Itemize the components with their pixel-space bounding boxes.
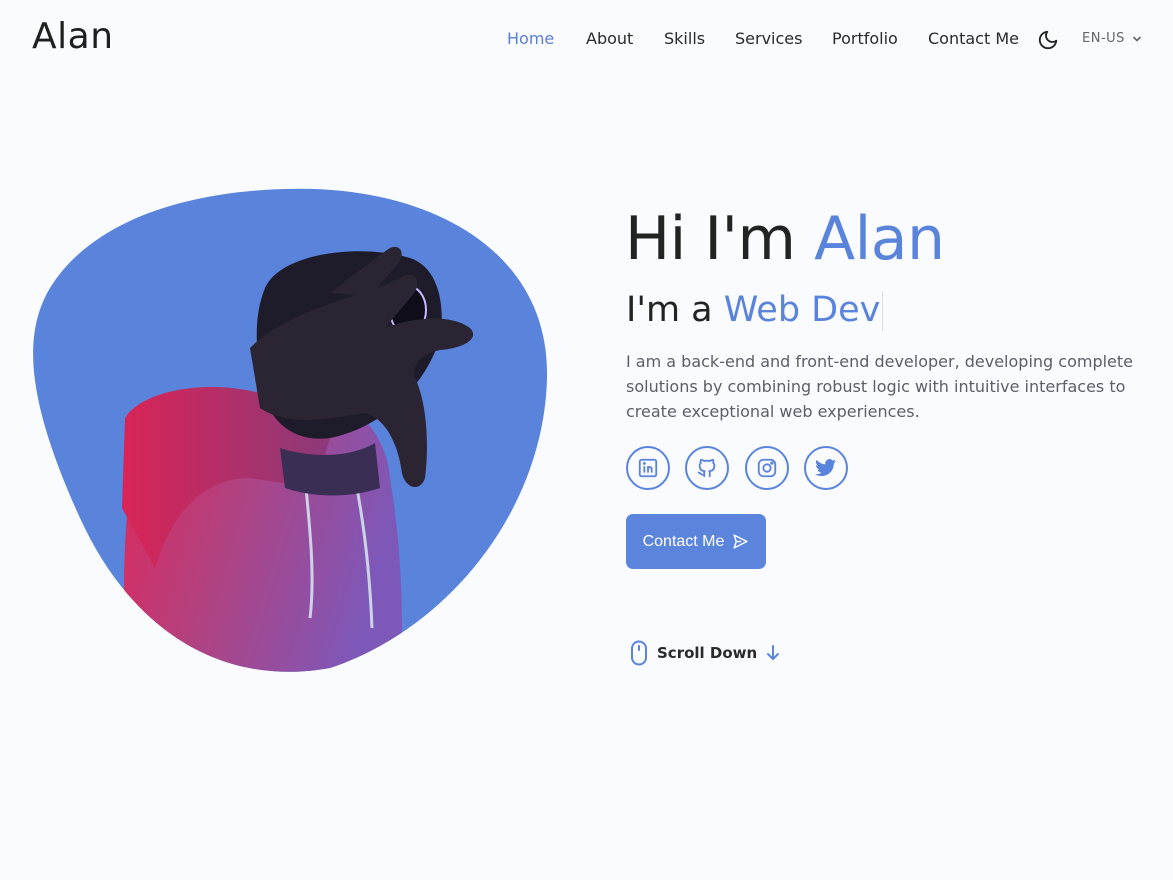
language-label: EN-US xyxy=(1082,31,1125,46)
contact-me-button[interactable]: Contact Me xyxy=(626,514,766,569)
scroll-down-link[interactable]: Scroll Down xyxy=(630,640,781,666)
arrow-down-icon xyxy=(767,645,780,660)
send-icon xyxy=(733,534,748,549)
instagram-link[interactable] xyxy=(745,446,789,490)
linkedin-icon xyxy=(638,458,658,478)
twitter-icon xyxy=(815,459,837,477)
moon-icon[interactable] xyxy=(1037,29,1059,51)
chevron-down-icon xyxy=(1132,36,1141,41)
nav-services[interactable]: Services xyxy=(735,29,802,48)
instagram-icon xyxy=(757,458,777,478)
twitter-link[interactable] xyxy=(804,446,848,490)
language-selector[interactable]: EN-US xyxy=(1082,31,1142,46)
logo[interactable]: Alan xyxy=(32,16,114,57)
hero-role: I'm a Web Dev xyxy=(626,290,884,331)
contact-button-label: Contact Me xyxy=(642,532,725,550)
linkedin-link[interactable] xyxy=(626,446,670,490)
nav-about[interactable]: About xyxy=(586,29,633,48)
mouse-icon xyxy=(631,640,647,666)
hero-name: Alan xyxy=(814,204,945,274)
nav-contact[interactable]: Contact Me xyxy=(928,29,1019,48)
hero-heading: Hi I'm Alan xyxy=(625,204,945,274)
hero-description: I am a back-end and front-end developer,… xyxy=(626,352,1134,421)
role-text: Web Dev xyxy=(723,290,881,330)
github-link[interactable] xyxy=(685,446,729,490)
greeting-text: Hi I'm xyxy=(625,204,815,274)
profile-image xyxy=(33,188,548,672)
role-prefix: I'm a xyxy=(626,290,724,330)
scroll-down-label: Scroll Down xyxy=(657,644,758,662)
nav-skills[interactable]: Skills xyxy=(664,29,705,48)
github-icon xyxy=(697,458,716,478)
typing-cursor xyxy=(882,291,884,331)
nav-portfolio[interactable]: Portfolio xyxy=(832,29,898,48)
nav-home[interactable]: Home xyxy=(507,29,554,48)
